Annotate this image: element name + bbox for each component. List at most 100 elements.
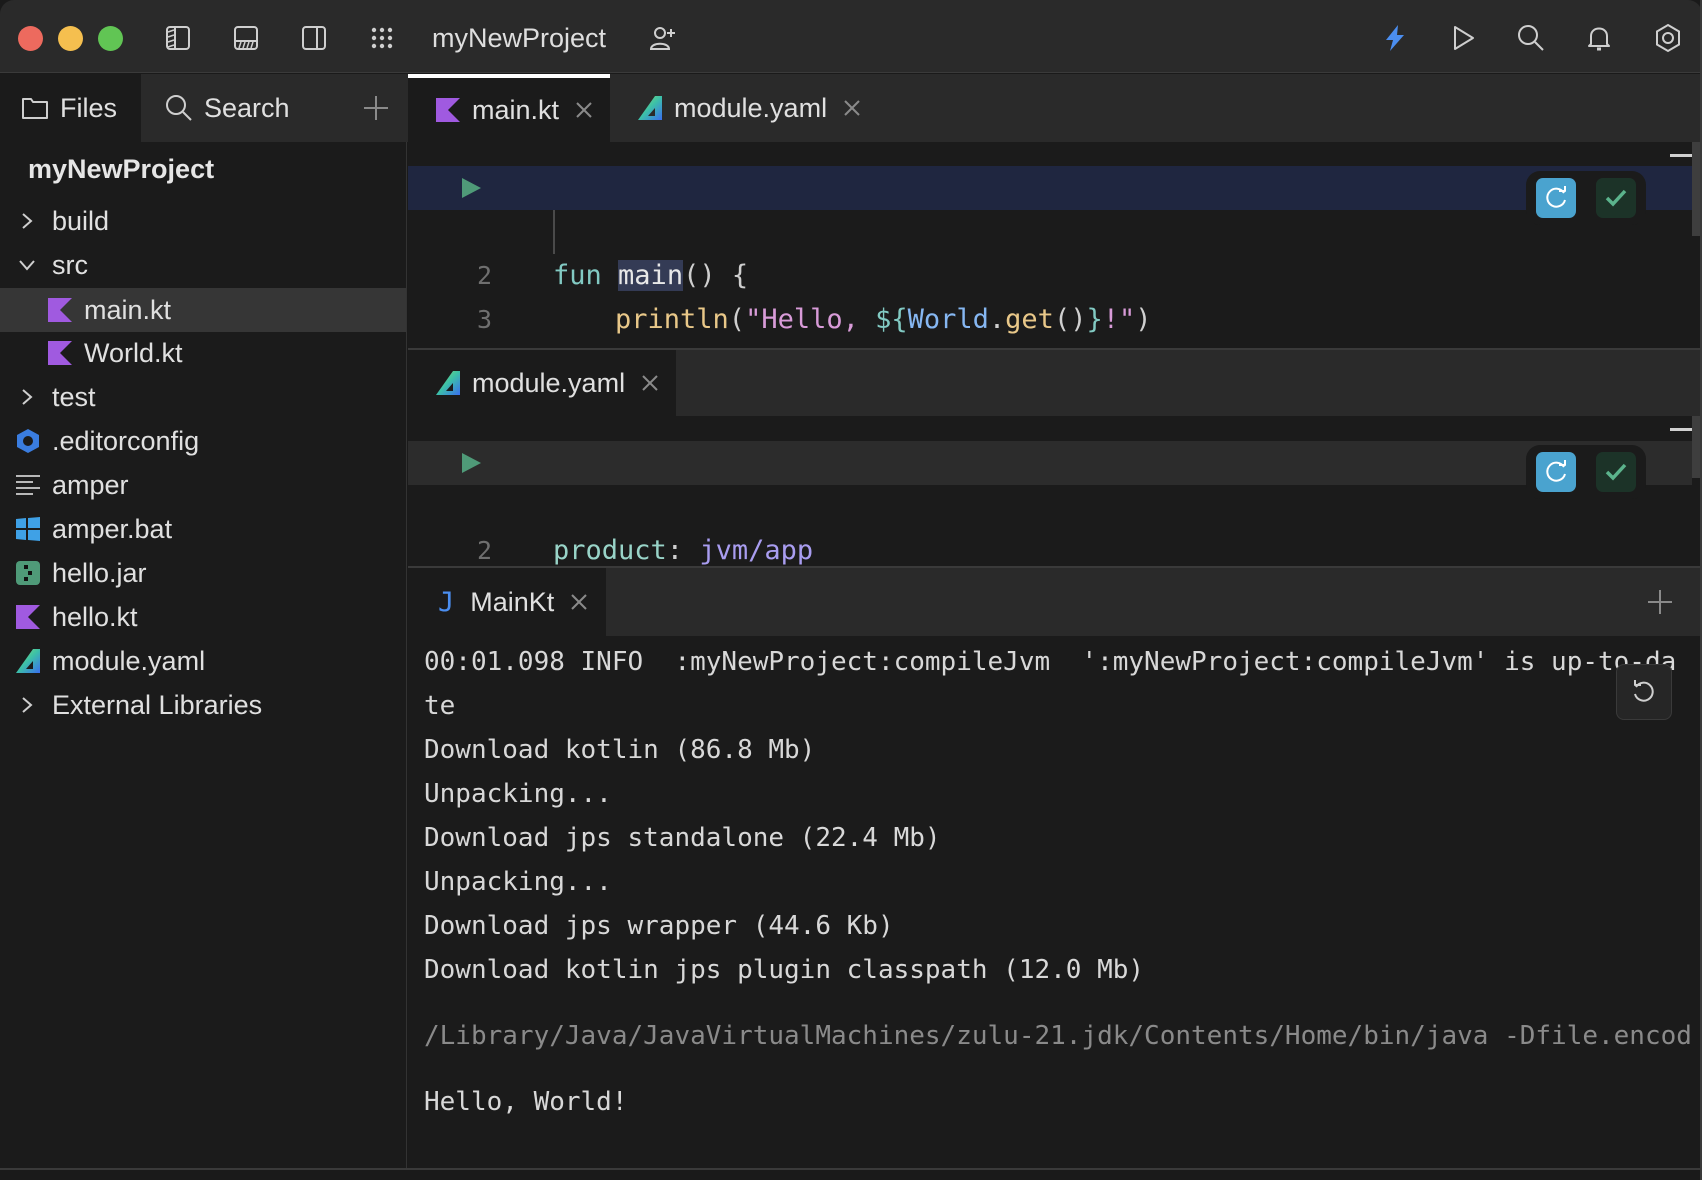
toggle-right-panel-button[interactable] — [296, 20, 332, 56]
tree-item-src[interactable]: src — [0, 243, 406, 287]
close-icon[interactable] — [843, 99, 861, 117]
project-root[interactable]: myNewProject — [28, 154, 214, 185]
tree-item-label: amper — [52, 469, 129, 500]
close-icon[interactable] — [575, 101, 593, 119]
java-run-icon: J — [438, 586, 455, 618]
kotlin-file-icon — [48, 298, 72, 322]
tree-item-external-libraries[interactable]: External Libraries — [0, 683, 406, 727]
global-search-button[interactable] — [1513, 20, 1549, 56]
kotlin-file-icon — [16, 605, 40, 629]
tab-module-yaml-split[interactable]: module.yaml — [408, 350, 676, 416]
sidebar-tab-bar: Files Search — [0, 74, 408, 142]
run-output-console[interactable]: 00:01.098 INFO :myNewProject:compileJvm … — [408, 636, 1702, 1168]
kotlin-file-icon — [436, 98, 460, 122]
new-terminal-icon[interactable] — [1644, 586, 1676, 618]
notifications-button[interactable] — [1581, 20, 1617, 56]
punctuation-token: : — [666, 535, 700, 566]
tree-item-label: External Libraries — [52, 689, 263, 720]
window-bottom-edge — [0, 1168, 1702, 1180]
jar-file-icon — [16, 561, 40, 585]
add-user-icon — [649, 27, 675, 50]
search-icon — [166, 95, 192, 121]
tree-item-main-kt[interactable]: main.kt — [0, 288, 406, 332]
tab-label: main.kt — [472, 94, 560, 125]
console-line: te — [424, 691, 456, 721]
tab-main-kt[interactable]: main.kt — [408, 74, 610, 142]
apps-grid-button[interactable] — [364, 20, 400, 56]
console-line: Download jps wrapper (44.6 Kb) — [424, 911, 894, 941]
toggle-right-panel-icon — [302, 26, 326, 50]
tree-item-hello-jar[interactable]: hello.jar — [0, 551, 406, 595]
tab-module-yaml[interactable]: module.yaml — [638, 74, 861, 142]
yaml-key-token: product — [553, 535, 667, 566]
scrollbar[interactable] — [1692, 142, 1700, 236]
amper-file-icon — [436, 371, 460, 395]
close-icon[interactable] — [570, 593, 588, 611]
close-window-button[interactable] — [18, 26, 43, 51]
console-line: Unpacking... — [424, 867, 612, 897]
tab-files[interactable]: Files — [0, 74, 141, 142]
console-line: Hello, World! — [424, 1087, 628, 1117]
run-gutter-icon[interactable] — [460, 177, 482, 199]
tree-item-amper-bat[interactable]: amper.bat — [0, 507, 406, 551]
indent-guide — [553, 210, 555, 254]
tab-search[interactable]: Search — [164, 74, 290, 142]
console-line: Download jps standalone (22.4 Mb) — [424, 823, 941, 853]
apps-grid-icon — [371, 27, 393, 49]
toggle-left-panel-button[interactable] — [160, 20, 196, 56]
chevron-down-icon — [19, 260, 35, 271]
project-title[interactable]: myNewProject — [432, 20, 606, 56]
tab-mainkt-run[interactable]: J MainKt — [408, 568, 606, 636]
run-icon — [1454, 26, 1474, 50]
scrollbar[interactable] — [1692, 416, 1700, 478]
toggle-bottom-panel-button[interactable] — [228, 20, 264, 56]
tree-item-amper[interactable]: amper — [0, 463, 406, 507]
add-tab-icon[interactable] — [358, 90, 394, 126]
accept-button[interactable] — [1596, 178, 1636, 218]
tree-item-label: src — [52, 249, 88, 280]
tab-label: module.yaml — [674, 92, 828, 123]
tab-label: module.yaml — [472, 367, 626, 398]
tree-item-module-yaml[interactable]: module.yaml — [0, 639, 406, 683]
refresh-icon — [1546, 186, 1566, 208]
title-bar: myNewProject — [0, 0, 1702, 73]
rerun-icon — [1634, 680, 1654, 702]
lightning-button[interactable] — [1377, 20, 1413, 56]
tree-item-label: hello.kt — [52, 601, 138, 632]
inline-actions — [1526, 445, 1646, 499]
toggle-bottom-panel-icon — [234, 26, 258, 50]
tree-item-label: main.kt — [84, 294, 172, 325]
tree-item-editorconfig[interactable]: .editorconfig — [0, 419, 406, 463]
text-file-icon — [16, 475, 40, 495]
refresh-button[interactable] — [1536, 452, 1576, 492]
accept-button[interactable] — [1596, 452, 1636, 492]
tree-item-test[interactable]: test — [0, 375, 406, 419]
zoom-window-button[interactable] — [98, 26, 123, 51]
settings-button[interactable] — [1650, 20, 1686, 56]
tree-item-hello-kt[interactable]: hello.kt — [0, 595, 406, 639]
tree-item-label: hello.jar — [52, 557, 147, 588]
editor-module-yaml[interactable]: product: jvm/app 2 — [408, 416, 1702, 566]
file-tree-panel: myNewProject build src main.kt World.kt … — [0, 142, 407, 1168]
tree-item-world-kt[interactable]: World.kt — [0, 331, 406, 375]
amper-file-icon — [638, 96, 662, 120]
editor-tab-bar: main.kt module.yaml — [408, 74, 1702, 142]
run-gutter-icon[interactable] — [460, 452, 482, 474]
search-icon — [1518, 25, 1544, 51]
tab-files-label: Files — [60, 92, 118, 123]
rerun-button[interactable] — [1616, 664, 1672, 720]
folder-icon — [22, 98, 48, 119]
minimize-window-button[interactable] — [58, 26, 83, 51]
run-button[interactable] — [1445, 20, 1481, 56]
code-line: 2 — [408, 485, 1692, 565]
refresh-button[interactable] — [1536, 178, 1576, 218]
console-line: 00:01.098 INFO :myNewProject:compileJvm … — [424, 647, 1677, 677]
tree-item-build[interactable]: build — [0, 199, 406, 243]
close-icon[interactable] — [641, 374, 659, 392]
toggle-left-panel-icon — [166, 26, 190, 50]
tab-label: MainKt — [470, 586, 555, 617]
editor-main-kt[interactable]: fun main() { 2 println("Hello, ${World.g… — [408, 142, 1702, 379]
add-user-button[interactable] — [645, 20, 681, 56]
chevron-right-icon — [22, 213, 33, 229]
editorconfig-file-icon — [17, 429, 39, 453]
